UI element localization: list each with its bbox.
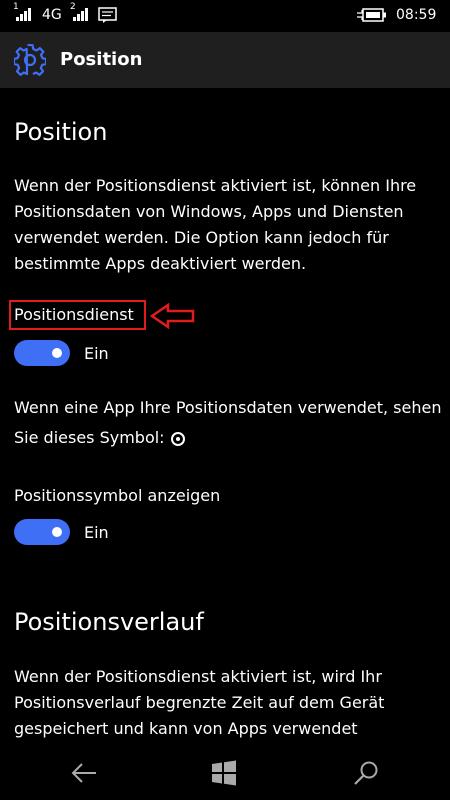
show-symbol-toggle[interactable] [14,519,70,545]
navigation-bar [0,745,450,800]
battery-charging-icon [357,8,386,22]
message-icon [98,7,117,23]
section-heading-history: Positionsverlauf [14,608,204,636]
show-symbol-label: Positionssymbol anzeigen [14,486,221,505]
position-service-label: Positionsdienst [14,305,134,324]
toggle-knob [52,527,62,537]
network-type: 4G [42,7,62,23]
location-symbol-icon [170,431,185,446]
clock: 08:59 [396,7,437,23]
windows-logo-icon [212,760,236,786]
arrow-left-icon [150,303,195,329]
gear-icon [14,44,46,76]
signal-strength-icon [16,7,36,21]
toggle-knob [52,348,62,358]
page-title: Position [60,49,143,70]
section-heading-position: Position [14,118,108,146]
back-button[interactable] [64,755,104,791]
position-service-toggle[interactable] [14,340,70,366]
show-symbol-state: Ein [84,523,109,542]
back-arrow-icon [71,763,96,783]
search-button[interactable] [346,755,386,791]
position-service-state: Ein [84,344,109,363]
position-description: Wenn der Positionsdienst aktiviert ist, … [14,176,417,273]
history-description: Wenn der Positionsdienst aktiviert ist, … [14,667,385,738]
search-icon [354,761,378,785]
settings-content[interactable]: Position Wenn der Positionsdienst aktivi… [0,88,450,745]
start-button[interactable] [204,755,244,791]
signal-strength-icon [73,7,93,21]
app-header: Position [0,32,450,88]
symbol-explanation-text: Wenn eine App Ihre Positionsdaten verwen… [14,398,442,447]
status-bar: 1 4G 2 08:59 [0,0,450,32]
symbol-explanation: Wenn eine App Ihre Positionsdaten verwen… [14,393,444,453]
